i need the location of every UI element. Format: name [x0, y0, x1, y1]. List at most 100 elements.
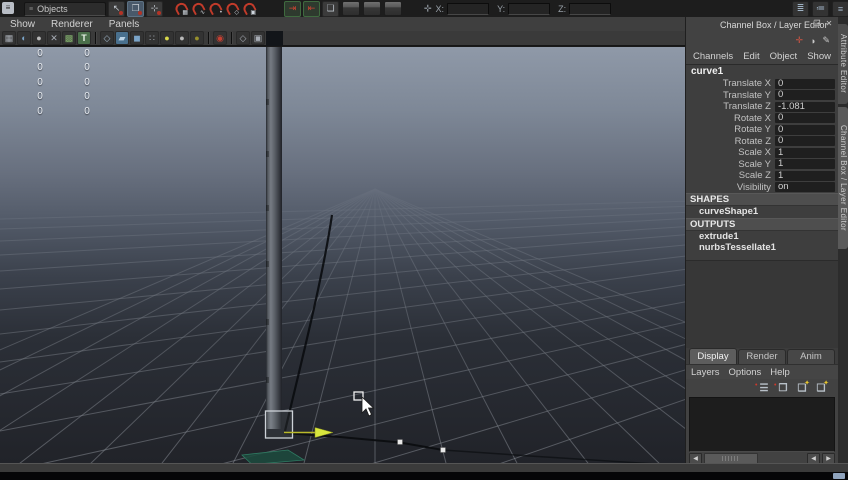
no-lights-icon[interactable]: ● [190, 31, 204, 45]
selected-surface-patch[interactable] [241, 449, 306, 463]
points-mode-icon[interactable]: ∷ [145, 31, 159, 45]
default-material-icon[interactable]: ● [32, 31, 46, 45]
channel-value-field[interactable]: 0 [775, 113, 835, 124]
channel-row: Rotate X0 [686, 113, 838, 125]
speed-control-icon[interactable]: ◑ [810, 36, 815, 46]
menu-options[interactable]: Options [729, 367, 762, 378]
new-empty-layer-icon[interactable]: ❏ ✦ [795, 380, 810, 395]
textured-view-icon[interactable]: T [77, 31, 91, 45]
curve-cv-handle[interactable] [440, 447, 446, 453]
render-settings-icon[interactable] [384, 1, 402, 16]
channel-label[interactable]: Translate Z [686, 101, 775, 112]
menu-edit[interactable]: Edit [743, 51, 759, 62]
channel-label[interactable]: Rotate Y [686, 124, 775, 135]
render-current-frame-icon[interactable] [342, 1, 360, 16]
snap-to-curve-icon[interactable]: ∿ [189, 0, 206, 16]
camera-frame-icon[interactable]: ▣ [251, 31, 265, 45]
z-label: Z: [558, 3, 567, 14]
menu-show[interactable]: Show [807, 51, 831, 62]
make-live-icon[interactable]: ▣ [240, 0, 257, 16]
xray-mode-icon[interactable]: ◇ [236, 31, 250, 45]
view-grid-icon[interactable]: ▦ [2, 31, 16, 45]
show-inputs-icon[interactable]: ⇥ [284, 0, 301, 17]
shaded-sphere-icon[interactable]: ◐ [17, 31, 31, 45]
channel-label[interactable]: Translate X [686, 78, 775, 89]
channel-value-field[interactable]: 0 [775, 90, 835, 101]
channel-label[interactable]: Translate Y [686, 90, 775, 101]
snap-to-point-icon[interactable]: • [206, 0, 223, 16]
flat-shade-icon[interactable]: ▰ [115, 31, 129, 45]
channel-label[interactable]: Rotate X [686, 113, 775, 124]
snap-to-plane-icon[interactable]: ◇ [223, 0, 240, 16]
selection-highlight-box[interactable] [264, 410, 294, 439]
output-node-item[interactable]: extrude1 [686, 231, 838, 243]
channel-value-field[interactable]: 1 [775, 159, 835, 170]
channel-value-field[interactable]: -1.081 [775, 101, 835, 112]
menu-panels[interactable]: Panels [109, 19, 140, 30]
no-texture-icon[interactable]: ✕ [47, 31, 61, 45]
close-panel-icon[interactable]: ✕ [824, 19, 834, 28]
viewport-3d[interactable]: 0 0 0 0 0 0 0 0 0 0 [0, 46, 685, 463]
channel-label[interactable]: Visibility [686, 182, 775, 193]
shape-node-item[interactable]: curveShape1 [686, 206, 838, 218]
selection-mode-dropdown[interactable]: ≡ Objects [24, 2, 106, 16]
layer-list[interactable] [689, 397, 835, 452]
hyperbolic-pen-icon[interactable]: ✎ [822, 35, 830, 46]
tab-channel-box-layer-editor[interactable]: Channel Box / Layer Editor [838, 107, 848, 249]
channel-row: Translate Z -1.081 [686, 101, 838, 113]
wireframe-mode-icon[interactable]: ◇ [100, 31, 114, 45]
channel-value-field[interactable]: 0 [775, 78, 835, 89]
show-outputs-icon[interactable]: ⇤ [303, 0, 320, 17]
toggle-channel-box-icon[interactable]: ≣ [792, 0, 809, 17]
output-node-item[interactable]: nurbsTessellate1 [686, 242, 838, 254]
channel-value-field[interactable]: 0 [775, 136, 835, 147]
channel-value-field[interactable]: on [775, 182, 835, 193]
tab-display[interactable]: Display [689, 348, 737, 364]
ipr-render-icon[interactable] [363, 1, 381, 16]
menu-renderer[interactable]: Renderer [51, 19, 93, 30]
isolate-select-icon[interactable]: ◉ [213, 31, 227, 45]
taskbar-icon[interactable] [833, 473, 845, 479]
tab-attribute-editor[interactable]: Attribute Editor [838, 24, 848, 104]
snap-to-grid-icon[interactable]: ▦ [172, 0, 189, 16]
select-hierarchy-icon[interactable]: ↖ [108, 0, 125, 17]
x-input[interactable] [447, 2, 490, 15]
tab-anim[interactable]: Anim [787, 349, 835, 364]
menu-layers[interactable]: Layers [691, 367, 720, 378]
select-component-icon[interactable]: ⊹ [146, 0, 163, 17]
viewport-canvas[interactable] [0, 47, 685, 463]
dock-panel-icon[interactable]: ❐ [812, 19, 822, 28]
toggle-attribute-editor-icon[interactable]: ≡ [832, 0, 848, 17]
new-layer-from-selected-icon[interactable]: ❏ ✦ [814, 380, 829, 395]
layer-stack-icon[interactable]: ☰ • [755, 382, 771, 395]
object-name[interactable]: curve1 [686, 65, 838, 78]
construction-history-icon[interactable]: ❏ [322, 0, 339, 17]
checker-texture-icon[interactable]: ▩ [62, 31, 76, 45]
channel-value-field[interactable]: 0 [775, 124, 835, 135]
channel-row: Rotate Z0 [686, 136, 838, 148]
curve-cv-handle[interactable] [397, 439, 403, 445]
layer-stack-icon[interactable]: ❐ • [774, 382, 790, 395]
toggle-tool-settings-icon[interactable]: ≔ [812, 0, 829, 17]
y-input[interactable] [508, 2, 551, 15]
channel-value-field[interactable]: 1 [775, 147, 835, 158]
smooth-shade-icon[interactable]: ◼ [130, 31, 144, 45]
menu-show[interactable]: Show [10, 19, 35, 30]
menu-object[interactable]: Object [770, 51, 797, 62]
channel-label[interactable]: Scale Z [686, 170, 775, 181]
select-object-icon[interactable]: ❐ [127, 0, 144, 17]
tab-render[interactable]: Render [738, 349, 786, 364]
channel-label[interactable]: Scale X [686, 147, 775, 158]
channel-value-field[interactable]: 1 [775, 170, 835, 181]
transform-entry-icon[interactable]: ⊹ [424, 3, 432, 14]
manip-axis-icon[interactable]: ✛ [795, 35, 803, 46]
menu-help[interactable]: Help [770, 367, 790, 378]
default-light-icon[interactable]: ● [160, 31, 174, 45]
channel-label[interactable]: Rotate Z [686, 136, 775, 147]
z-input[interactable] [569, 2, 612, 15]
ground-curve-far[interactable] [442, 449, 685, 463]
all-lights-icon[interactable]: ● [175, 31, 189, 45]
window-menu-icon[interactable]: ≡ [2, 2, 14, 14]
menu-channels[interactable]: Channels [693, 51, 733, 62]
channel-label[interactable]: Scale Y [686, 159, 775, 170]
